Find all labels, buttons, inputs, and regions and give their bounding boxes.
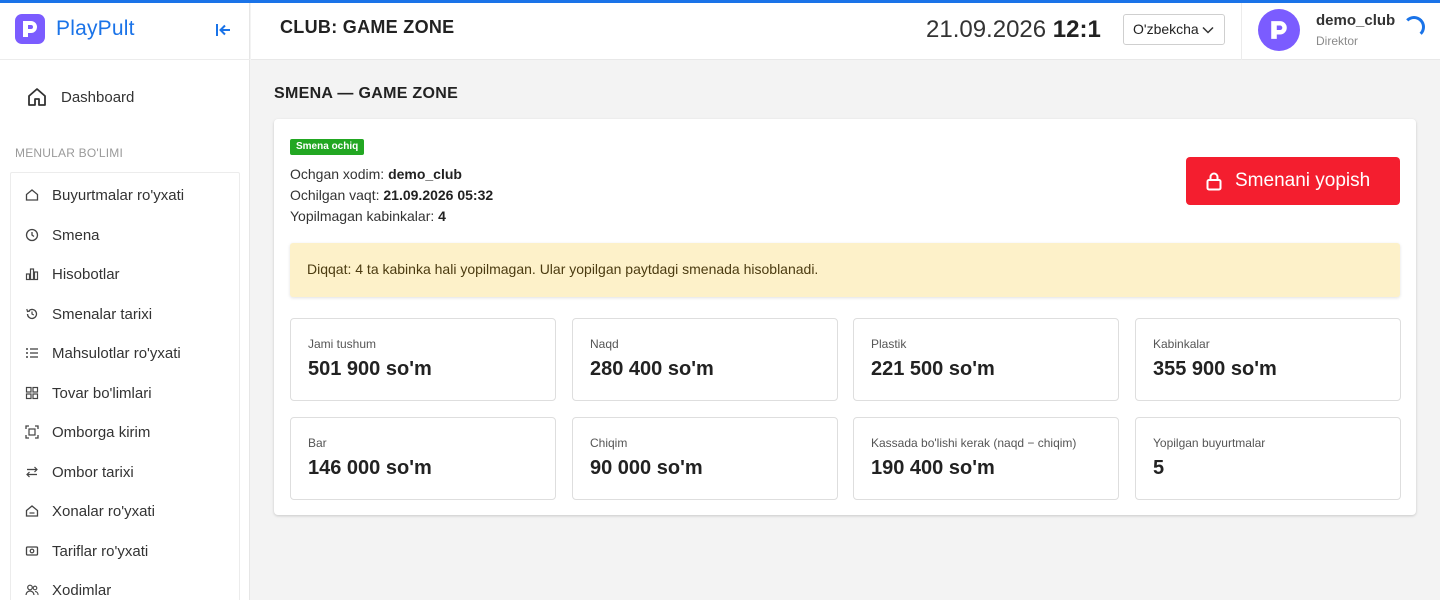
stat-label: Kabinkalar (1153, 337, 1210, 351)
sidebar-item-categories[interactable]: Tovar bo'limlari (25, 381, 152, 405)
sidebar-item-dashboard[interactable]: Dashboard (26, 84, 134, 110)
scan-icon (25, 425, 39, 439)
bar-chart-icon (25, 267, 39, 281)
stat-closed-orders: Yopilgan buyurtmalar 5 (1135, 417, 1401, 500)
stat-cabins: Kabinkalar 355 900 so'm (1135, 318, 1401, 401)
stat-expense: Chiqim 90 000 so'm (572, 417, 838, 500)
close-shift-button[interactable]: Smenani yopish (1186, 157, 1400, 205)
stat-value: 501 900 so'm (308, 358, 432, 380)
chevron-down-icon (1202, 26, 1214, 34)
sidebar-item-label: Tovar bo'limlari (52, 384, 152, 402)
page-title: SMENA — GAME ZONE (274, 85, 459, 102)
stat-card-payment: Plastik 221 500 so'm (853, 318, 1119, 401)
room-icon (25, 504, 39, 518)
club-title: CLUB: GAME ZONE (280, 17, 455, 37)
sidebar-item-label: Tariflar ro'yxati (52, 542, 149, 560)
opened-at-value: 21.09.2026 05:32 (383, 187, 494, 203)
stat-value: 146 000 so'm (308, 457, 432, 479)
sidebar-item-staff[interactable]: Xodimlar (25, 578, 111, 600)
sidebar-item-rooms[interactable]: Xonalar ro'yxati (25, 499, 155, 523)
stat-label: Naqd (590, 337, 619, 351)
home-icon (25, 188, 39, 202)
loading-spinner-icon (1403, 16, 1425, 38)
logo-icon (15, 14, 45, 44)
top-progress-line (0, 0, 1440, 3)
history-icon (25, 307, 39, 321)
sidebar-menu: Buyurtmalar ro'yxati Smena Hisobotlar Sm… (10, 172, 240, 600)
sidebar-item-tariffs[interactable]: Tariflar ro'yxati (25, 539, 148, 563)
sidebar-item-label: Buyurtmalar ro'yxati (52, 186, 185, 204)
sidebar-item-label: Mahsulotlar ro'yxati (52, 344, 181, 362)
stat-cash-expected: Kassada bo'lishi kerak (naqd − chiqim) 1… (853, 417, 1119, 500)
sidebar-item-smena[interactable]: Smena (25, 223, 100, 247)
opened-by-value: demo_club (388, 166, 462, 182)
stat-label: Yopilgan buyurtmalar (1153, 436, 1266, 450)
sidebar-item-label: Smena (52, 226, 100, 244)
opened-by-label: Ochgan xodim: (290, 166, 385, 182)
unclosed-value: 4 (438, 208, 446, 224)
sidebar-item-label: Ombor tarixi (52, 463, 134, 481)
transfer-icon (25, 465, 39, 479)
time-text: 12:1 (1052, 16, 1101, 43)
sidebar-item-reports[interactable]: Hisobotlar (25, 262, 120, 286)
sidebar-item-label: Omborga kirim (52, 423, 151, 441)
brand-name: PlayPult (56, 17, 135, 40)
language-value: O'zbekcha (1133, 21, 1199, 37)
stat-value: 355 900 so'm (1153, 358, 1277, 380)
sidebar-item-label: Xonalar ro'yxati (52, 502, 155, 520)
user-name: demo_club (1316, 12, 1396, 29)
stat-label: Bar (308, 436, 327, 450)
datetime-display: 21.09.2026 12:1 (926, 16, 1101, 44)
sidebar-item-stock-history[interactable]: Ombor tarixi (25, 460, 134, 484)
sidebar-item-label: Smenalar tarixi (52, 305, 153, 323)
house-icon (28, 88, 46, 106)
sidebar-item-orders[interactable]: Buyurtmalar ro'yxati (25, 183, 184, 207)
lock-icon (1206, 172, 1222, 191)
opened-at-label: Ochilgan vaqt: (290, 187, 380, 203)
stat-label: Kassada bo'lishi kerak (naqd − chiqim) (871, 436, 1077, 450)
top-header: CLUB: GAME ZONE 21.09.2026 12:1 O'zbekch… (251, 3, 1440, 60)
warning-alert: Diqqat: 4 ta kabinka hali yopilmagan. Ul… (290, 243, 1400, 297)
collapse-sidebar-icon[interactable] (213, 20, 233, 40)
stat-value: 5 (1153, 457, 1165, 479)
status-badge: Smena ochiq (290, 139, 365, 155)
sidebar: PlayPult Dashboard MENULAR BO'LIMI Buyur… (0, 0, 250, 600)
sidebar-item-products[interactable]: Mahsulotlar ro'yxati (25, 341, 181, 365)
opened-by-row: Ochgan xodim: demo_club (290, 166, 462, 182)
sidebar-item-label: Dashboard (61, 88, 135, 106)
stat-label: Chiqim (590, 436, 628, 450)
unclosed-label: Yopilmagan kabinkalar: (290, 208, 435, 224)
shift-card: Smena ochiq Ochgan xodim: demo_club Ochi… (274, 119, 1416, 515)
user-role: Direktor (1316, 34, 1359, 48)
sidebar-item-label: Xodimlar (52, 581, 112, 599)
unclosed-row: Yopilmagan kabinkalar: 4 (290, 208, 446, 224)
stat-total-income: Jami tushum 501 900 so'm (290, 318, 556, 401)
stat-label: Plastik (871, 337, 907, 351)
opened-at-row: Ochilgan vaqt: 21.09.2026 05:32 (290, 187, 493, 203)
stat-value: 90 000 so'm (590, 457, 703, 479)
sidebar-item-stock-in[interactable]: Omborga kirim (25, 420, 150, 444)
language-select[interactable]: O'zbekcha (1123, 14, 1225, 45)
stat-label: Jami tushum (308, 337, 377, 351)
stat-cash: Naqd 280 400 so'm (572, 318, 838, 401)
sidebar-item-label: Hisobotlar (52, 265, 120, 283)
grid-icon (25, 386, 39, 400)
users-icon (25, 583, 39, 597)
stat-value: 221 500 so'm (871, 358, 995, 380)
close-shift-label: Smenani yopish (1235, 170, 1371, 191)
avatar[interactable] (1258, 9, 1300, 51)
stat-value: 280 400 so'm (590, 358, 714, 380)
date-text: 21.09.2026 (926, 16, 1047, 43)
clock-icon (25, 228, 39, 242)
section-label: MENULAR BO'LIMI (15, 146, 123, 160)
ticket-icon (25, 544, 39, 558)
stat-bar: Bar 146 000 so'm (290, 417, 556, 500)
stat-value: 190 400 so'm (871, 457, 995, 479)
list-icon (25, 346, 39, 360)
sidebar-item-shift-history[interactable]: Smenalar tarixi (25, 302, 152, 326)
brand-bar: PlayPult (0, 3, 250, 60)
header-divider (1241, 3, 1242, 60)
